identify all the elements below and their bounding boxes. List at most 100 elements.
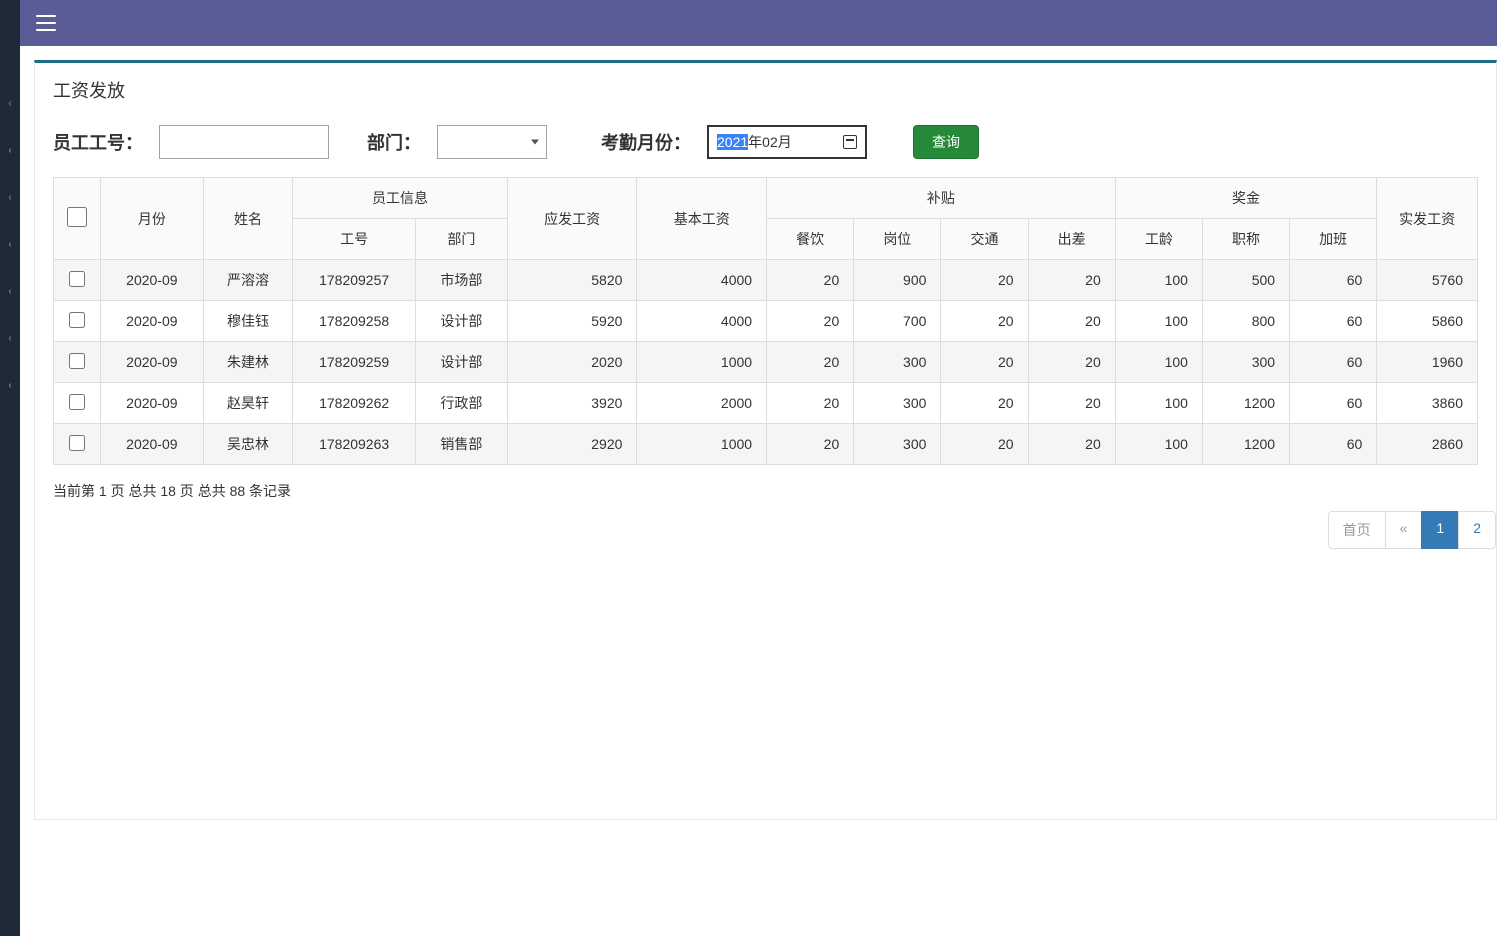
month-text: 2021年02月 <box>717 132 792 152</box>
cell-post: 900 <box>854 260 941 301</box>
cell-month: 2020-09 <box>100 301 203 342</box>
page-prev[interactable]: « <box>1385 511 1423 549</box>
col-title: 职称 <box>1202 219 1289 260</box>
cell-month: 2020-09 <box>100 260 203 301</box>
cell-base: 2000 <box>637 383 767 424</box>
cell-month: 2020-09 <box>100 424 203 465</box>
row-checkbox[interactable] <box>69 435 85 451</box>
cell-travel: 20 <box>1028 424 1115 465</box>
cell-gross: 5920 <box>507 301 637 342</box>
dept-select[interactable] <box>437 125 547 159</box>
cell-post: 300 <box>854 342 941 383</box>
col-emp-group: 员工信息 <box>293 178 508 219</box>
cell-base: 4000 <box>637 260 767 301</box>
month-rest-text: 年02月 <box>748 134 792 150</box>
page-title: 工资发放 <box>35 63 1496 111</box>
cell-meal: 20 <box>767 383 854 424</box>
sidebar-chevron-5[interactable]: ‹ <box>0 268 20 315</box>
cell-title: 1200 <box>1202 383 1289 424</box>
col-allowance-group: 补贴 <box>767 178 1116 219</box>
row-checkbox[interactable] <box>69 271 85 287</box>
cell-post: 700 <box>854 301 941 342</box>
select-all-checkbox[interactable] <box>67 207 87 227</box>
cell-transport: 20 <box>941 383 1028 424</box>
table-row: 2020-09赵昊轩178209262行政部392020002030020201… <box>54 383 1478 424</box>
sidebar-chevron-2[interactable]: ‹ <box>0 127 20 174</box>
cell-transport: 20 <box>941 260 1028 301</box>
cell-gross: 5820 <box>507 260 637 301</box>
cell-overtime: 60 <box>1290 301 1377 342</box>
sidebar-chevron-7[interactable]: ‹ <box>0 362 20 409</box>
employee-id-label: 员工工号： <box>53 129 143 155</box>
col-overtime: 加班 <box>1290 219 1377 260</box>
cell-name: 朱建林 <box>203 342 292 383</box>
cell-seniority: 100 <box>1115 424 1202 465</box>
month-input[interactable]: 2021年02月 <box>707 125 867 159</box>
cell-dept: 市场部 <box>416 260 508 301</box>
table-row: 2020-09吴忠林178209263销售部292010002030020201… <box>54 424 1478 465</box>
sidebar-chevron-4[interactable]: ‹ <box>0 221 20 268</box>
cell-transport: 20 <box>941 424 1028 465</box>
cell-seniority: 100 <box>1115 301 1202 342</box>
col-emp-id: 工号 <box>293 219 416 260</box>
table-row: 2020-09朱建林178209259设计部202010002030020201… <box>54 342 1478 383</box>
cell-emp-id: 178209257 <box>293 260 416 301</box>
cell-net: 3860 <box>1377 383 1478 424</box>
cell-transport: 20 <box>941 342 1028 383</box>
table-row: 2020-09穆佳钰178209258设计部592040002070020201… <box>54 301 1478 342</box>
row-checkbox[interactable] <box>69 394 85 410</box>
col-post: 岗位 <box>854 219 941 260</box>
cell-net: 5860 <box>1377 301 1478 342</box>
cell-name: 赵昊轩 <box>203 383 292 424</box>
cell-emp-id: 178209262 <box>293 383 416 424</box>
sidebar-chevron-1[interactable]: ‹ <box>0 80 20 127</box>
cell-seniority: 100 <box>1115 342 1202 383</box>
cell-name: 穆佳钰 <box>203 301 292 342</box>
col-bonus-group: 奖金 <box>1115 178 1377 219</box>
cell-month: 2020-09 <box>100 342 203 383</box>
cell-transport: 20 <box>941 301 1028 342</box>
cell-dept: 行政部 <box>416 383 508 424</box>
page-2[interactable]: 2 <box>1458 511 1496 549</box>
cell-travel: 20 <box>1028 301 1115 342</box>
cell-net: 2860 <box>1377 424 1478 465</box>
col-net: 实发工资 <box>1377 178 1478 260</box>
col-base: 基本工资 <box>637 178 767 260</box>
cell-base: 1000 <box>637 424 767 465</box>
col-seniority: 工龄 <box>1115 219 1202 260</box>
panel: 工资发放 员工工号： 部门： 考勤月份： 2021年02月 查询 <box>34 60 1497 820</box>
page-1[interactable]: 1 <box>1421 511 1459 549</box>
table-row: 2020-09严溶溶178209257市场部582040002090020201… <box>54 260 1478 301</box>
cell-name: 严溶溶 <box>203 260 292 301</box>
cell-month: 2020-09 <box>100 383 203 424</box>
row-checkbox[interactable] <box>69 312 85 328</box>
cell-title: 500 <box>1202 260 1289 301</box>
filter-row: 员工工号： 部门： 考勤月份： 2021年02月 查询 <box>35 111 1496 177</box>
query-button[interactable]: 查询 <box>913 125 979 159</box>
cell-overtime: 60 <box>1290 383 1377 424</box>
cell-meal: 20 <box>767 260 854 301</box>
col-dept: 部门 <box>416 219 508 260</box>
cell-base: 4000 <box>637 301 767 342</box>
employee-id-input[interactable] <box>159 125 329 159</box>
month-label: 考勤月份： <box>601 129 691 155</box>
cell-title: 800 <box>1202 301 1289 342</box>
cell-travel: 20 <box>1028 260 1115 301</box>
row-checkbox[interactable] <box>69 353 85 369</box>
col-name: 姓名 <box>203 178 292 260</box>
cell-meal: 20 <box>767 342 854 383</box>
hamburger-icon[interactable] <box>36 15 56 31</box>
cell-emp-id: 178209263 <box>293 424 416 465</box>
sidebar-chevron-6[interactable]: ‹ <box>0 315 20 362</box>
col-gross: 应发工资 <box>507 178 637 260</box>
month-selected-text: 2021 <box>717 134 748 150</box>
calendar-icon <box>843 135 857 149</box>
header-checkbox-cell <box>54 178 101 260</box>
page-first[interactable]: 首页 <box>1328 511 1386 549</box>
cell-dept: 设计部 <box>416 301 508 342</box>
dept-label: 部门： <box>367 129 421 155</box>
cell-post: 300 <box>854 383 941 424</box>
cell-base: 1000 <box>637 342 767 383</box>
salary-table: 月份 姓名 员工信息 应发工资 基本工资 补贴 奖金 实发工资 工号 部门 <box>53 177 1478 465</box>
sidebar-chevron-3[interactable]: ‹ <box>0 174 20 221</box>
